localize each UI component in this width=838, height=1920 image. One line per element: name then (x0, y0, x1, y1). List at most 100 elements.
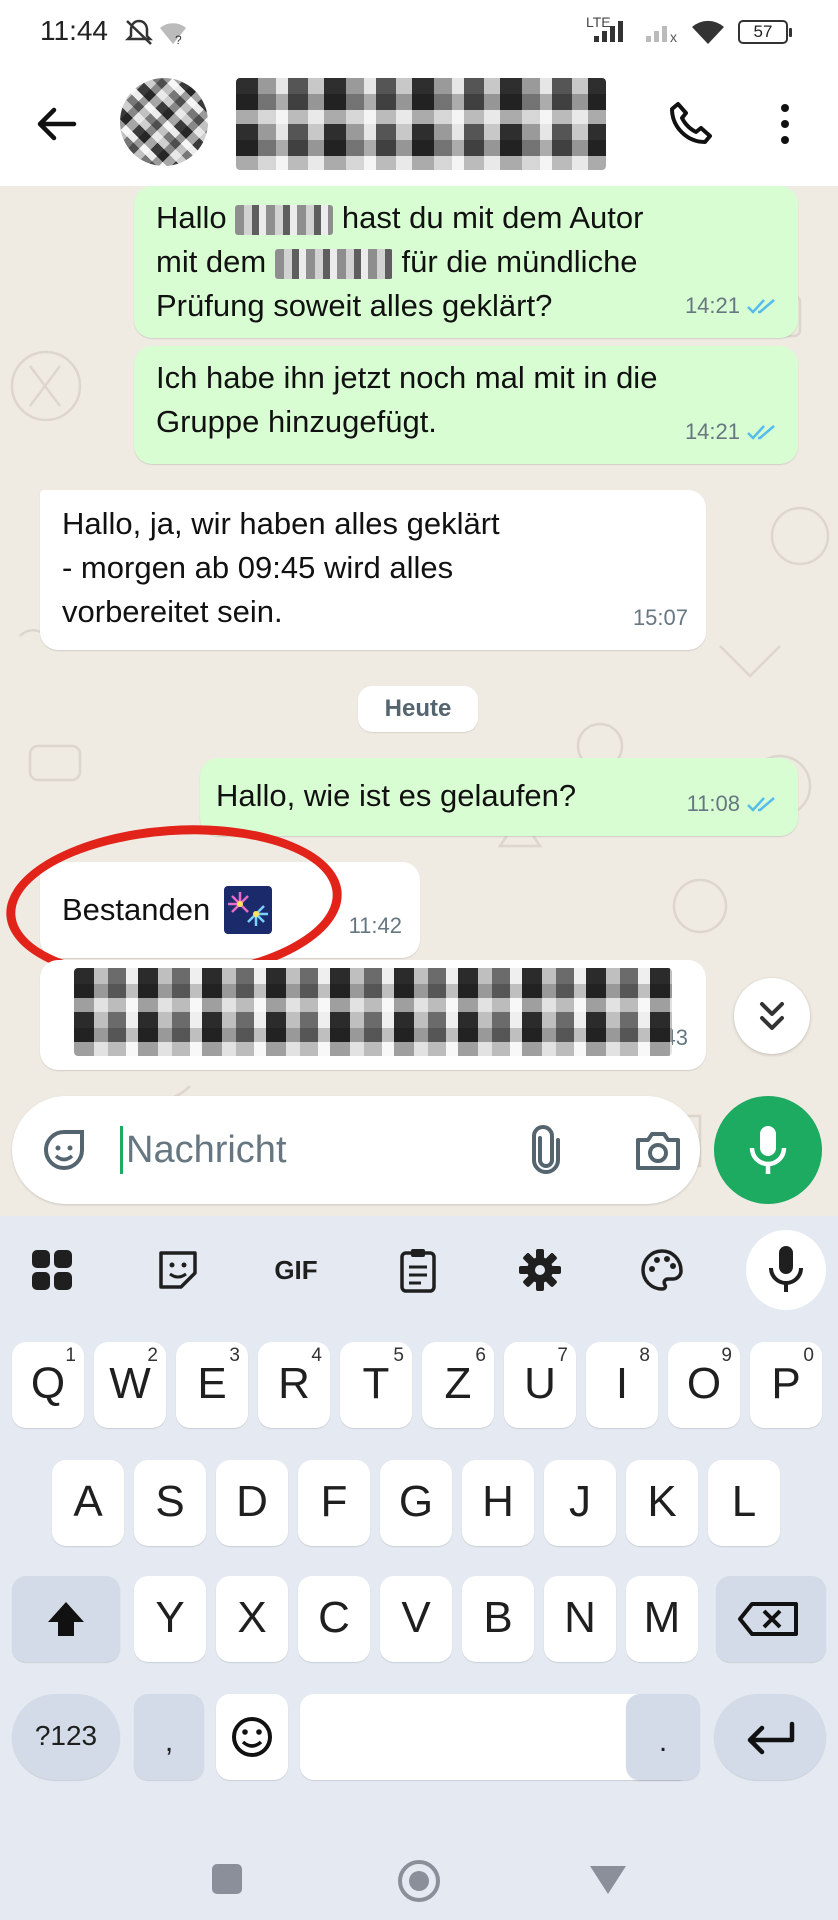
key-q[interactable]: Q1 (12, 1342, 84, 1428)
message-meta: 14:21 (685, 410, 780, 454)
double-check-icon (747, 425, 775, 440)
key-h[interactable]: H (462, 1460, 534, 1546)
key-j[interactable]: J (544, 1460, 616, 1546)
key-w[interactable]: W2 (94, 1342, 166, 1428)
key-x[interactable]: X (216, 1576, 288, 1662)
key-label: B (483, 1593, 513, 1642)
key-f[interactable]: F (298, 1460, 370, 1546)
key-u[interactable]: U7 (504, 1342, 576, 1428)
key-g[interactable]: G (380, 1460, 452, 1546)
voice-record-button[interactable] (714, 1096, 822, 1204)
message-bubble-outgoing[interactable]: Ich habe ihn jetzt noch mal mit in die G… (134, 346, 798, 464)
emoji-key[interactable] (216, 1694, 288, 1780)
key-label: S (155, 1477, 185, 1526)
message-text: Hallo, ja, wir haben alles geklärt - mor… (62, 506, 500, 629)
palette-icon[interactable] (632, 1240, 692, 1300)
key-hint: 7 (557, 1345, 568, 1366)
chevron-double-down-icon (760, 1002, 784, 1030)
key-hint: 4 (311, 1345, 322, 1366)
recents-square-icon[interactable] (212, 1864, 242, 1894)
message-input[interactable]: Nachricht (126, 1126, 287, 1174)
key-n[interactable]: N (544, 1576, 616, 1662)
key-label: J (569, 1477, 591, 1526)
message-meta: 14:21 (685, 284, 780, 328)
key-hint: 0 (803, 1345, 814, 1366)
chat-header (0, 62, 838, 186)
apps-grid-icon[interactable] (22, 1240, 82, 1300)
svg-text:x: x (670, 29, 677, 44)
message-bubble-incoming[interactable]: Hallo, ja, wir haben alles geklärt - mor… (40, 490, 706, 650)
key-label: N (564, 1593, 596, 1642)
key-b[interactable]: B (462, 1576, 534, 1662)
key-hint: 6 (475, 1345, 486, 1366)
message-meta: 11:08 (687, 782, 780, 826)
message-composer[interactable]: Nachricht (12, 1096, 700, 1204)
keyboard-voice-input-button[interactable] (746, 1230, 826, 1310)
mic-icon (769, 1246, 803, 1292)
key-l[interactable]: L (708, 1460, 780, 1546)
key-p[interactable]: P0 (750, 1342, 822, 1428)
status-time: 11:44 (40, 15, 108, 46)
key-k[interactable]: K (626, 1460, 698, 1546)
key-d[interactable]: D (216, 1460, 288, 1546)
key-a[interactable]: A (52, 1460, 124, 1546)
redacted-name (235, 204, 334, 235)
contact-avatar[interactable] (120, 78, 208, 166)
more-vert-icon[interactable] (770, 98, 800, 150)
key-v[interactable]: V (380, 1576, 452, 1662)
gif-button[interactable]: GIF (266, 1240, 326, 1300)
smile-icon (232, 1717, 272, 1757)
key-z[interactable]: Z6 (422, 1342, 494, 1428)
system-navigation-bar (0, 1840, 838, 1920)
scroll-to-bottom-button[interactable] (734, 978, 810, 1054)
period-key[interactable]: . (626, 1694, 700, 1780)
camera-icon[interactable] (632, 1124, 684, 1176)
svg-text:?: ? (175, 33, 182, 46)
key-label: A (73, 1477, 103, 1526)
contact-name-redacted[interactable] (236, 78, 606, 170)
sticker-icon[interactable] (148, 1240, 208, 1300)
key-e[interactable]: E3 (176, 1342, 248, 1428)
clipboard-icon[interactable] (388, 1240, 448, 1300)
comma-key[interactable]: , (134, 1694, 204, 1780)
key-y[interactable]: Y (134, 1576, 206, 1662)
key-label: H (482, 1477, 514, 1526)
paperclip-icon[interactable] (520, 1124, 572, 1176)
text-cursor (120, 1126, 123, 1174)
message-bubble-outgoing[interactable]: Hallo, wie ist es gelaufen? 11:08 (200, 758, 798, 836)
sticker-smile-icon[interactable] (40, 1126, 88, 1174)
message-text: Hallo hast du mit dem Autor mit dem für … (156, 200, 644, 323)
gear-icon[interactable] (510, 1240, 570, 1300)
key-label: Y (155, 1593, 185, 1642)
shift-arrow-icon (48, 1602, 84, 1636)
key-s[interactable]: S (134, 1460, 206, 1546)
symbols-key[interactable]: ?123 (12, 1694, 120, 1780)
soft-keyboard: GIF ?123 , . Q1W2E3R4T5Z6U7I8O9P0 A S D F GH J… (0, 1216, 838, 1920)
double-check-icon (747, 299, 775, 314)
key-i[interactable]: I8 (586, 1342, 658, 1428)
key-hint: 9 (721, 1345, 732, 1366)
key-label: V (401, 1593, 431, 1642)
message-list[interactable]: Hallo hast du mit dem Autor mit dem für … (0, 186, 838, 1216)
key-t[interactable]: T5 (340, 1342, 412, 1428)
battery-indicator: 57 (738, 20, 792, 44)
home-circle-icon[interactable] (396, 1858, 442, 1904)
key-label: D (236, 1477, 268, 1526)
key-c[interactable]: C (298, 1576, 370, 1662)
key-m[interactable]: M (626, 1576, 698, 1662)
arrow-left-icon[interactable] (30, 98, 82, 150)
backspace-key[interactable] (716, 1576, 826, 1662)
signal-no-service-icon: x (646, 26, 677, 44)
notifications-off-icon (124, 19, 154, 45)
message-bubble-outgoing[interactable]: Hallo hast du mit dem Autor mit dem für … (134, 186, 798, 338)
wifi-icon (692, 20, 724, 44)
phone-icon[interactable] (664, 98, 716, 150)
enter-key[interactable] (714, 1694, 826, 1780)
key-hint: 8 (639, 1345, 650, 1366)
key-hint: 3 (229, 1345, 240, 1366)
key-r[interactable]: R4 (258, 1342, 330, 1428)
shift-key[interactable] (12, 1576, 120, 1662)
key-label: M (643, 1593, 681, 1642)
key-o[interactable]: O9 (668, 1342, 740, 1428)
back-triangle-icon[interactable] (588, 1864, 628, 1896)
